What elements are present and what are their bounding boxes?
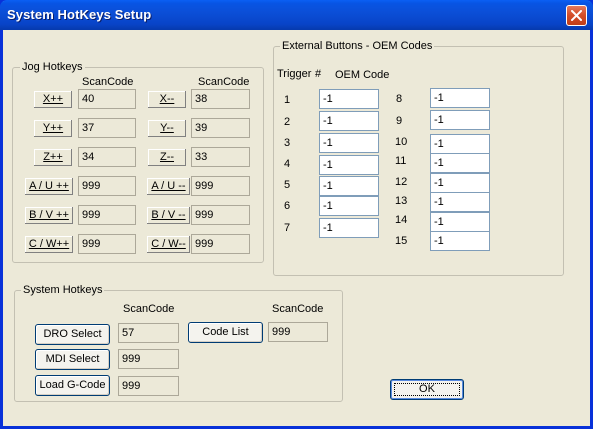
close-icon bbox=[571, 10, 582, 21]
jog-b-plus-scancode: 999 bbox=[78, 205, 136, 225]
trigger-number-3: 3 bbox=[284, 137, 291, 149]
focus-rectangle bbox=[394, 383, 460, 396]
window-title: System HotKeys Setup bbox=[7, 7, 152, 22]
jog-y-plus-button[interactable]: Y++ bbox=[33, 119, 73, 138]
oem-code-field-2[interactable]: -1 bbox=[319, 111, 379, 131]
trigger-number-14: 14 bbox=[395, 214, 408, 226]
jog-z-plus-scancode: 34 bbox=[78, 147, 136, 167]
jog-x-plus-scancode: 40 bbox=[78, 89, 136, 109]
trigger-number-5: 5 bbox=[284, 179, 291, 191]
trigger-number-12: 12 bbox=[395, 176, 408, 188]
trigger-number-15: 15 bbox=[395, 235, 408, 247]
jog-b-minus-button[interactable]: B / V -- bbox=[146, 206, 191, 225]
jog-z-minus-scancode: 33 bbox=[191, 147, 250, 167]
external-buttons-label: External Buttons - OEM Codes bbox=[280, 40, 435, 52]
load-gcode-button[interactable]: Load G-Code bbox=[35, 375, 110, 396]
jog-a-plus-button[interactable]: A / U ++ bbox=[24, 177, 74, 196]
system-hotkeys-label: System Hotkeys bbox=[21, 284, 105, 296]
jog-hotkeys-label: Jog Hotkeys bbox=[20, 61, 85, 73]
trigger-number-9: 9 bbox=[396, 115, 403, 127]
load-gcode-scancode: 999 bbox=[118, 376, 179, 396]
oem-code-field-7[interactable]: -1 bbox=[319, 218, 379, 238]
mdi-select-scancode: 999 bbox=[118, 349, 179, 369]
trigger-number-4: 4 bbox=[284, 158, 291, 170]
trigger-number-13: 13 bbox=[395, 195, 408, 207]
system-scancode-header-right: ScanCode bbox=[272, 303, 324, 315]
jog-y-minus-button[interactable]: Y-- bbox=[147, 119, 187, 138]
oem-code-field-1[interactable]: -1 bbox=[319, 89, 379, 109]
oem-code-field-9[interactable]: -1 bbox=[430, 110, 490, 130]
jog-b-minus-scancode: 999 bbox=[191, 205, 250, 225]
oem-code-field-10[interactable]: -1 bbox=[430, 134, 490, 154]
code-list-scancode: 999 bbox=[268, 322, 328, 342]
mdi-select-button[interactable]: MDI Select bbox=[35, 349, 110, 370]
trigger-number-11: 11 bbox=[395, 155, 407, 167]
trigger-number-8: 8 bbox=[396, 93, 403, 105]
jog-y-plus-scancode: 37 bbox=[78, 118, 136, 138]
jog-a-plus-scancode: 999 bbox=[78, 176, 136, 196]
jog-x-plus-button[interactable]: X++ bbox=[33, 90, 73, 109]
dro-select-button[interactable]: DRO Select bbox=[35, 324, 110, 345]
oem-code-field-3[interactable]: -1 bbox=[319, 133, 379, 153]
oem-code-field-11[interactable]: -1 bbox=[430, 153, 490, 173]
dro-select-scancode: 57 bbox=[118, 323, 179, 343]
jog-scancode-header-left: ScanCode bbox=[82, 76, 134, 88]
number-header: # bbox=[315, 68, 322, 80]
oem-code-field-15[interactable]: -1 bbox=[430, 231, 490, 251]
jog-scancode-header-right: ScanCode bbox=[198, 76, 250, 88]
oem-code-field-13[interactable]: -1 bbox=[430, 192, 490, 212]
trigger-number-10: 10 bbox=[395, 136, 408, 148]
oem-code-header: OEM Code bbox=[335, 69, 390, 81]
jog-x-minus-button[interactable]: X-- bbox=[147, 90, 187, 109]
oem-code-field-4[interactable]: -1 bbox=[319, 155, 379, 175]
close-button[interactable] bbox=[566, 5, 587, 26]
oem-code-field-5[interactable]: -1 bbox=[319, 176, 379, 196]
code-list-button[interactable]: Code List bbox=[188, 322, 263, 343]
trigger-number-7: 7 bbox=[284, 222, 291, 234]
trigger-number-2: 2 bbox=[284, 116, 291, 128]
jog-a-minus-scancode: 999 bbox=[191, 176, 250, 196]
oem-code-field-12[interactable]: -1 bbox=[430, 173, 490, 193]
jog-c-plus-button[interactable]: C / W++ bbox=[24, 235, 74, 254]
trigger-number-6: 6 bbox=[284, 200, 291, 212]
oem-code-field-14[interactable]: -1 bbox=[430, 212, 490, 232]
oem-code-field-8[interactable]: -1 bbox=[430, 88, 490, 108]
jog-c-minus-button[interactable]: C / W-- bbox=[146, 235, 191, 254]
jog-c-plus-scancode: 999 bbox=[78, 234, 136, 254]
system-scancode-header-left: ScanCode bbox=[123, 303, 175, 315]
jog-b-plus-button[interactable]: B / V ++ bbox=[24, 206, 74, 225]
jog-z-plus-button[interactable]: Z++ bbox=[33, 148, 73, 167]
jog-z-minus-button[interactable]: Z-- bbox=[147, 148, 187, 167]
jog-x-minus-scancode: 38 bbox=[191, 89, 250, 109]
jog-c-minus-scancode: 999 bbox=[191, 234, 250, 254]
title-bar[interactable]: System HotKeys Setup bbox=[0, 0, 593, 30]
trigger-number-1: 1 bbox=[284, 94, 291, 106]
trigger-header: Trigger bbox=[277, 68, 312, 80]
jog-a-minus-button[interactable]: A / U -- bbox=[146, 177, 191, 196]
oem-code-field-6[interactable]: -1 bbox=[319, 196, 379, 216]
jog-y-minus-scancode: 39 bbox=[191, 118, 250, 138]
ok-button[interactable]: OK bbox=[390, 379, 464, 400]
